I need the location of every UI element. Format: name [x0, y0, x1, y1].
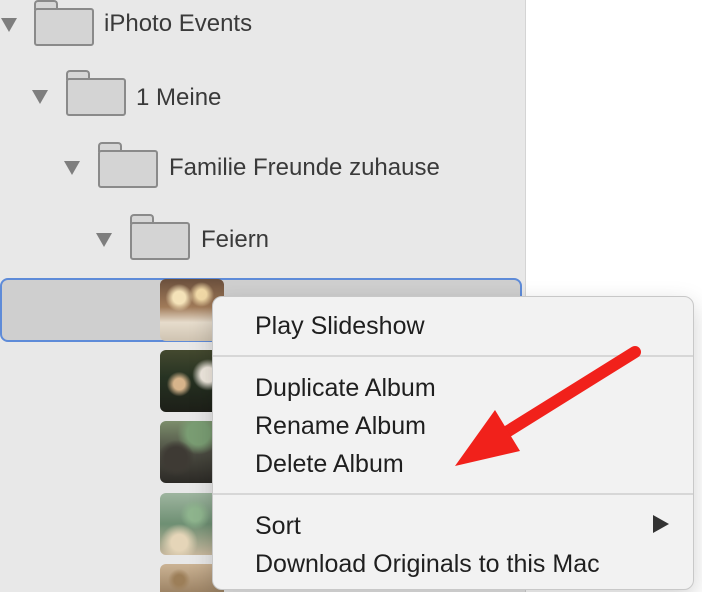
folder-icon — [34, 0, 94, 46]
sidebar-item-iphoto-events[interactable]: iPhoto Events — [0, 0, 525, 60]
sidebar-item-label: iPhoto Events — [104, 10, 253, 37]
download-originals-menu-item[interactable]: Download Originals to this Mac — [255, 545, 600, 583]
disclosure-triangle-icon[interactable] — [1, 18, 17, 32]
disclosure-triangle-icon[interactable] — [96, 233, 112, 247]
folder-icon — [130, 214, 190, 260]
sidebar-item-label: Feiern — [201, 226, 270, 253]
delete-album-menu-item[interactable]: Delete Album — [255, 445, 404, 483]
folder-icon — [66, 70, 126, 116]
duplicate-album-menu-item[interactable]: Duplicate Album — [255, 369, 436, 407]
disclosure-triangle-icon[interactable] — [32, 90, 48, 104]
sort-menu-item[interactable]: Sort — [255, 507, 301, 545]
submenu-arrow-icon — [653, 515, 669, 533]
rename-album-menu-item[interactable]: Rename Album — [255, 407, 426, 445]
sidebar-item-familie-freunde-zuhause[interactable]: Familie Freunde zuhause — [0, 142, 525, 202]
folder-icon — [98, 142, 158, 188]
sidebar-item-1-meine[interactable]: 1 Meine — [0, 70, 525, 130]
menu-separator — [213, 355, 693, 357]
sidebar-item-label: 1 Meine — [136, 84, 222, 111]
context-menu: Play Slideshow Duplicate Album Rename Al… — [212, 296, 694, 590]
menu-separator — [213, 493, 693, 495]
play-slideshow-menu-item[interactable]: Play Slideshow — [255, 307, 425, 345]
sidebar-item-feiern[interactable]: Feiern — [0, 214, 525, 274]
disclosure-triangle-icon[interactable] — [64, 161, 80, 175]
sidebar-item-label: Familie Freunde zuhause — [169, 154, 440, 181]
